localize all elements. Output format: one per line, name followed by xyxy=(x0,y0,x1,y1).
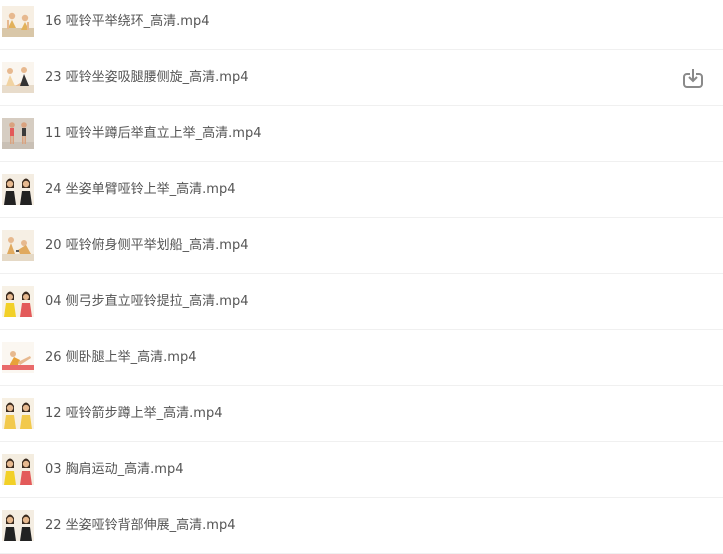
file-row[interactable]: 20 哑铃俯身侧平举划船_高清.mp4 xyxy=(0,218,723,274)
video-thumbnail-image xyxy=(2,286,34,317)
file-name[interactable]: 12 哑铃箭步蹲上举_高清.mp4 xyxy=(45,405,223,423)
file-row[interactable]: 12 哑铃箭步蹲上举_高清.mp4 xyxy=(0,386,723,442)
video-thumbnail[interactable] xyxy=(2,230,34,261)
video-thumbnail-image xyxy=(2,174,34,205)
video-thumbnail[interactable] xyxy=(2,62,34,93)
file-name[interactable]: 23 哑铃坐姿吸腿腰侧旋_高清.mp4 xyxy=(45,69,249,87)
video-thumbnail-image xyxy=(2,62,34,93)
file-name[interactable]: 22 坐姿哑铃背部伸展_高清.mp4 xyxy=(45,517,236,535)
file-name[interactable]: 20 哑铃俯身侧平举划船_高清.mp4 xyxy=(45,237,249,255)
file-name[interactable]: 16 哑铃平举绕环_高清.mp4 xyxy=(45,13,210,31)
file-row[interactable]: 22 坐姿哑铃背部伸展_高清.mp4 xyxy=(0,498,723,554)
file-name[interactable]: 24 坐姿单臂哑铃上举_高清.mp4 xyxy=(45,181,236,199)
file-row[interactable]: 26 侧卧腿上举_高清.mp4 xyxy=(0,330,723,386)
video-thumbnail[interactable] xyxy=(2,286,34,317)
download-button[interactable] xyxy=(682,67,704,89)
file-row[interactable]: 11 哑铃半蹲后举直立上举_高清.mp4 xyxy=(0,106,723,162)
video-thumbnail-image xyxy=(2,454,34,485)
video-thumbnail-image xyxy=(2,118,34,149)
video-thumbnail-image xyxy=(2,342,34,373)
file-list: 16 哑铃平举绕环_高清.mp4 23 哑铃坐姿吸腿腰侧旋_高清.mp4 11 … xyxy=(0,0,723,554)
file-row[interactable]: 04 侧弓步直立哑铃提拉_高清.mp4 xyxy=(0,274,723,330)
video-thumbnail-image xyxy=(2,6,34,37)
download-icon xyxy=(683,69,703,88)
file-row[interactable]: 16 哑铃平举绕环_高清.mp4 xyxy=(0,0,723,50)
file-name[interactable]: 26 侧卧腿上举_高清.mp4 xyxy=(45,349,197,367)
video-thumbnail-image xyxy=(2,398,34,429)
video-thumbnail-image xyxy=(2,230,34,261)
video-thumbnail[interactable] xyxy=(2,454,34,485)
file-row[interactable]: 23 哑铃坐姿吸腿腰侧旋_高清.mp4 xyxy=(0,50,723,106)
file-name[interactable]: 11 哑铃半蹲后举直立上举_高清.mp4 xyxy=(45,125,262,143)
video-thumbnail[interactable] xyxy=(2,510,34,541)
video-thumbnail-image xyxy=(2,510,34,541)
file-name[interactable]: 03 胸肩运动_高清.mp4 xyxy=(45,461,184,479)
file-name[interactable]: 04 侧弓步直立哑铃提拉_高清.mp4 xyxy=(45,293,249,311)
video-thumbnail[interactable] xyxy=(2,398,34,429)
video-thumbnail[interactable] xyxy=(2,118,34,149)
file-row[interactable]: 03 胸肩运动_高清.mp4 xyxy=(0,442,723,498)
video-thumbnail[interactable] xyxy=(2,342,34,373)
video-thumbnail[interactable] xyxy=(2,6,34,37)
video-thumbnail[interactable] xyxy=(2,174,34,205)
file-row[interactable]: 24 坐姿单臂哑铃上举_高清.mp4 xyxy=(0,162,723,218)
